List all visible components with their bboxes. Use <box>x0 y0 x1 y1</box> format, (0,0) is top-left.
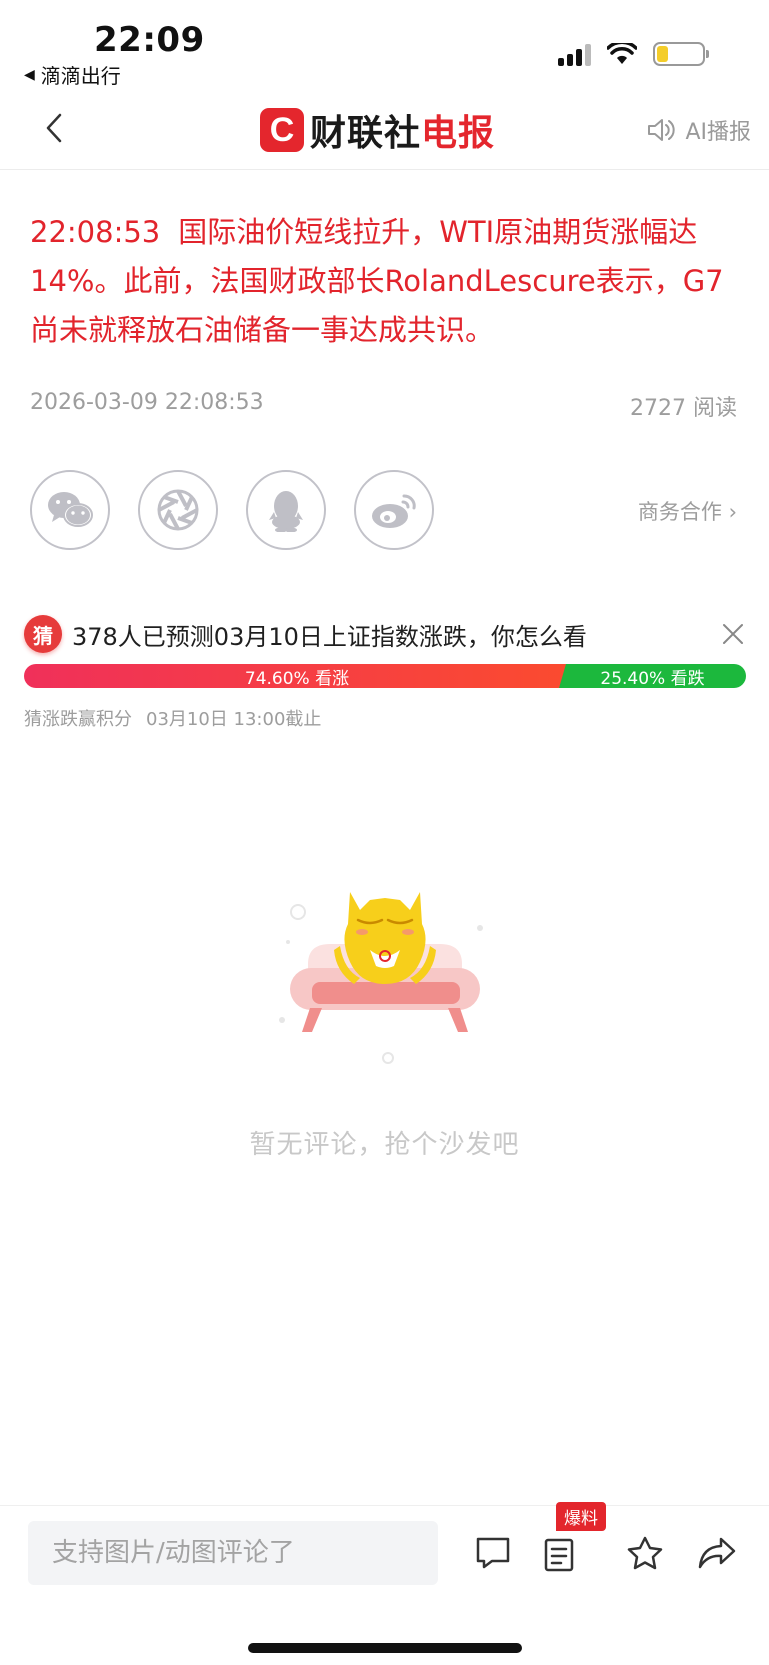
prediction-deadline: 03月10日 13:00截止 <box>146 709 322 730</box>
report-news-button[interactable] <box>540 1532 582 1574</box>
back-app-label: 滴滴出行 <box>40 64 121 88</box>
article-meta: 2026-03-09 22:08:53 2727 阅读 <box>30 390 737 422</box>
comment-bubble-icon <box>476 1537 510 1569</box>
back-to-app-link[interactable]: ◀ 滴滴出行 <box>24 60 121 89</box>
ai-play-label: AI播报 <box>685 120 751 145</box>
back-button[interactable] <box>34 108 74 148</box>
document-icon <box>544 1538 574 1572</box>
read-count: 2727 阅读 <box>630 396 737 421</box>
prediction-title: 378人已预测03月10日上证指数涨跌，你怎么看 <box>72 622 587 651</box>
prediction-footer: 猜涨跌赢积分 03月10日 13:00截止 <box>24 705 321 731</box>
share-moments-button[interactable] <box>138 470 218 550</box>
baoliao-badge: 爆料 <box>556 1502 606 1531</box>
bottom-toolbar: 爆料 <box>0 1502 769 1665</box>
comments-button[interactable] <box>472 1532 514 1574</box>
wechat-icon <box>48 492 93 527</box>
app-logo: C 财联社电报 <box>260 104 495 156</box>
favorite-button[interactable] <box>624 1532 666 1574</box>
speaker-icon <box>648 119 676 141</box>
guess-badge: 猜 <box>24 615 62 653</box>
weibo-icon <box>372 494 416 528</box>
prediction-reward-note: 猜涨跌赢积分 <box>24 709 132 730</box>
battery-icon <box>653 42 709 66</box>
back-app-arrow-icon: ◀ <box>24 66 35 83</box>
comment-input[interactable] <box>28 1521 438 1585</box>
cellular-signal-icon <box>558 42 591 66</box>
share-qq-button[interactable] <box>246 470 326 550</box>
telegraph-article: 22:08:53 国际油价短线拉升，WTI原油期货涨幅达14%。此前，法国财政部长… <box>30 208 745 355</box>
prediction-header: 猜 378人已预测03月10日上证指数涨跌，你怎么看 <box>24 614 748 654</box>
share-arrow-icon <box>698 1537 736 1569</box>
share-button[interactable] <box>696 1532 738 1574</box>
logo-text-main: 财联社 <box>310 113 422 154</box>
qq-icon <box>269 491 303 532</box>
vote-up-button[interactable]: 74.60% 看涨 <box>24 664 570 688</box>
ai-play-button[interactable]: AI播报 <box>647 114 751 146</box>
share-weibo-button[interactable] <box>354 470 434 550</box>
business-cooperation-link[interactable]: 商务合作 › <box>638 496 737 526</box>
article-datetime: 2026-03-09 22:08:53 <box>30 390 264 415</box>
share-row <box>30 470 434 550</box>
logo-mark-icon: C <box>260 108 304 152</box>
empty-comments-illustration <box>279 892 483 1064</box>
vote-down-button[interactable]: 25.40% 看跌 <box>559 664 746 688</box>
home-indicator[interactable] <box>248 1643 522 1653</box>
close-icon <box>723 624 743 644</box>
chevron-left-icon <box>46 113 62 143</box>
star-icon <box>627 1536 663 1570</box>
status-icons <box>558 42 709 66</box>
moments-icon <box>157 489 199 531</box>
share-wechat-button[interactable] <box>30 470 110 550</box>
status-time: 22:09 <box>94 20 205 60</box>
logo-text-accent: 电报 <box>421 113 496 154</box>
article-time: 22:08:53 <box>30 215 161 249</box>
nav-header: C 财联社电报 AI播报 <box>0 90 769 170</box>
wifi-icon <box>607 43 637 64</box>
prediction-close-button[interactable] <box>718 619 748 649</box>
prediction-bar: 74.60% 看涨 25.40% 看跌 <box>24 664 746 688</box>
empty-comments-text: 暂无评论，抢个沙发吧 <box>249 1130 520 1160</box>
